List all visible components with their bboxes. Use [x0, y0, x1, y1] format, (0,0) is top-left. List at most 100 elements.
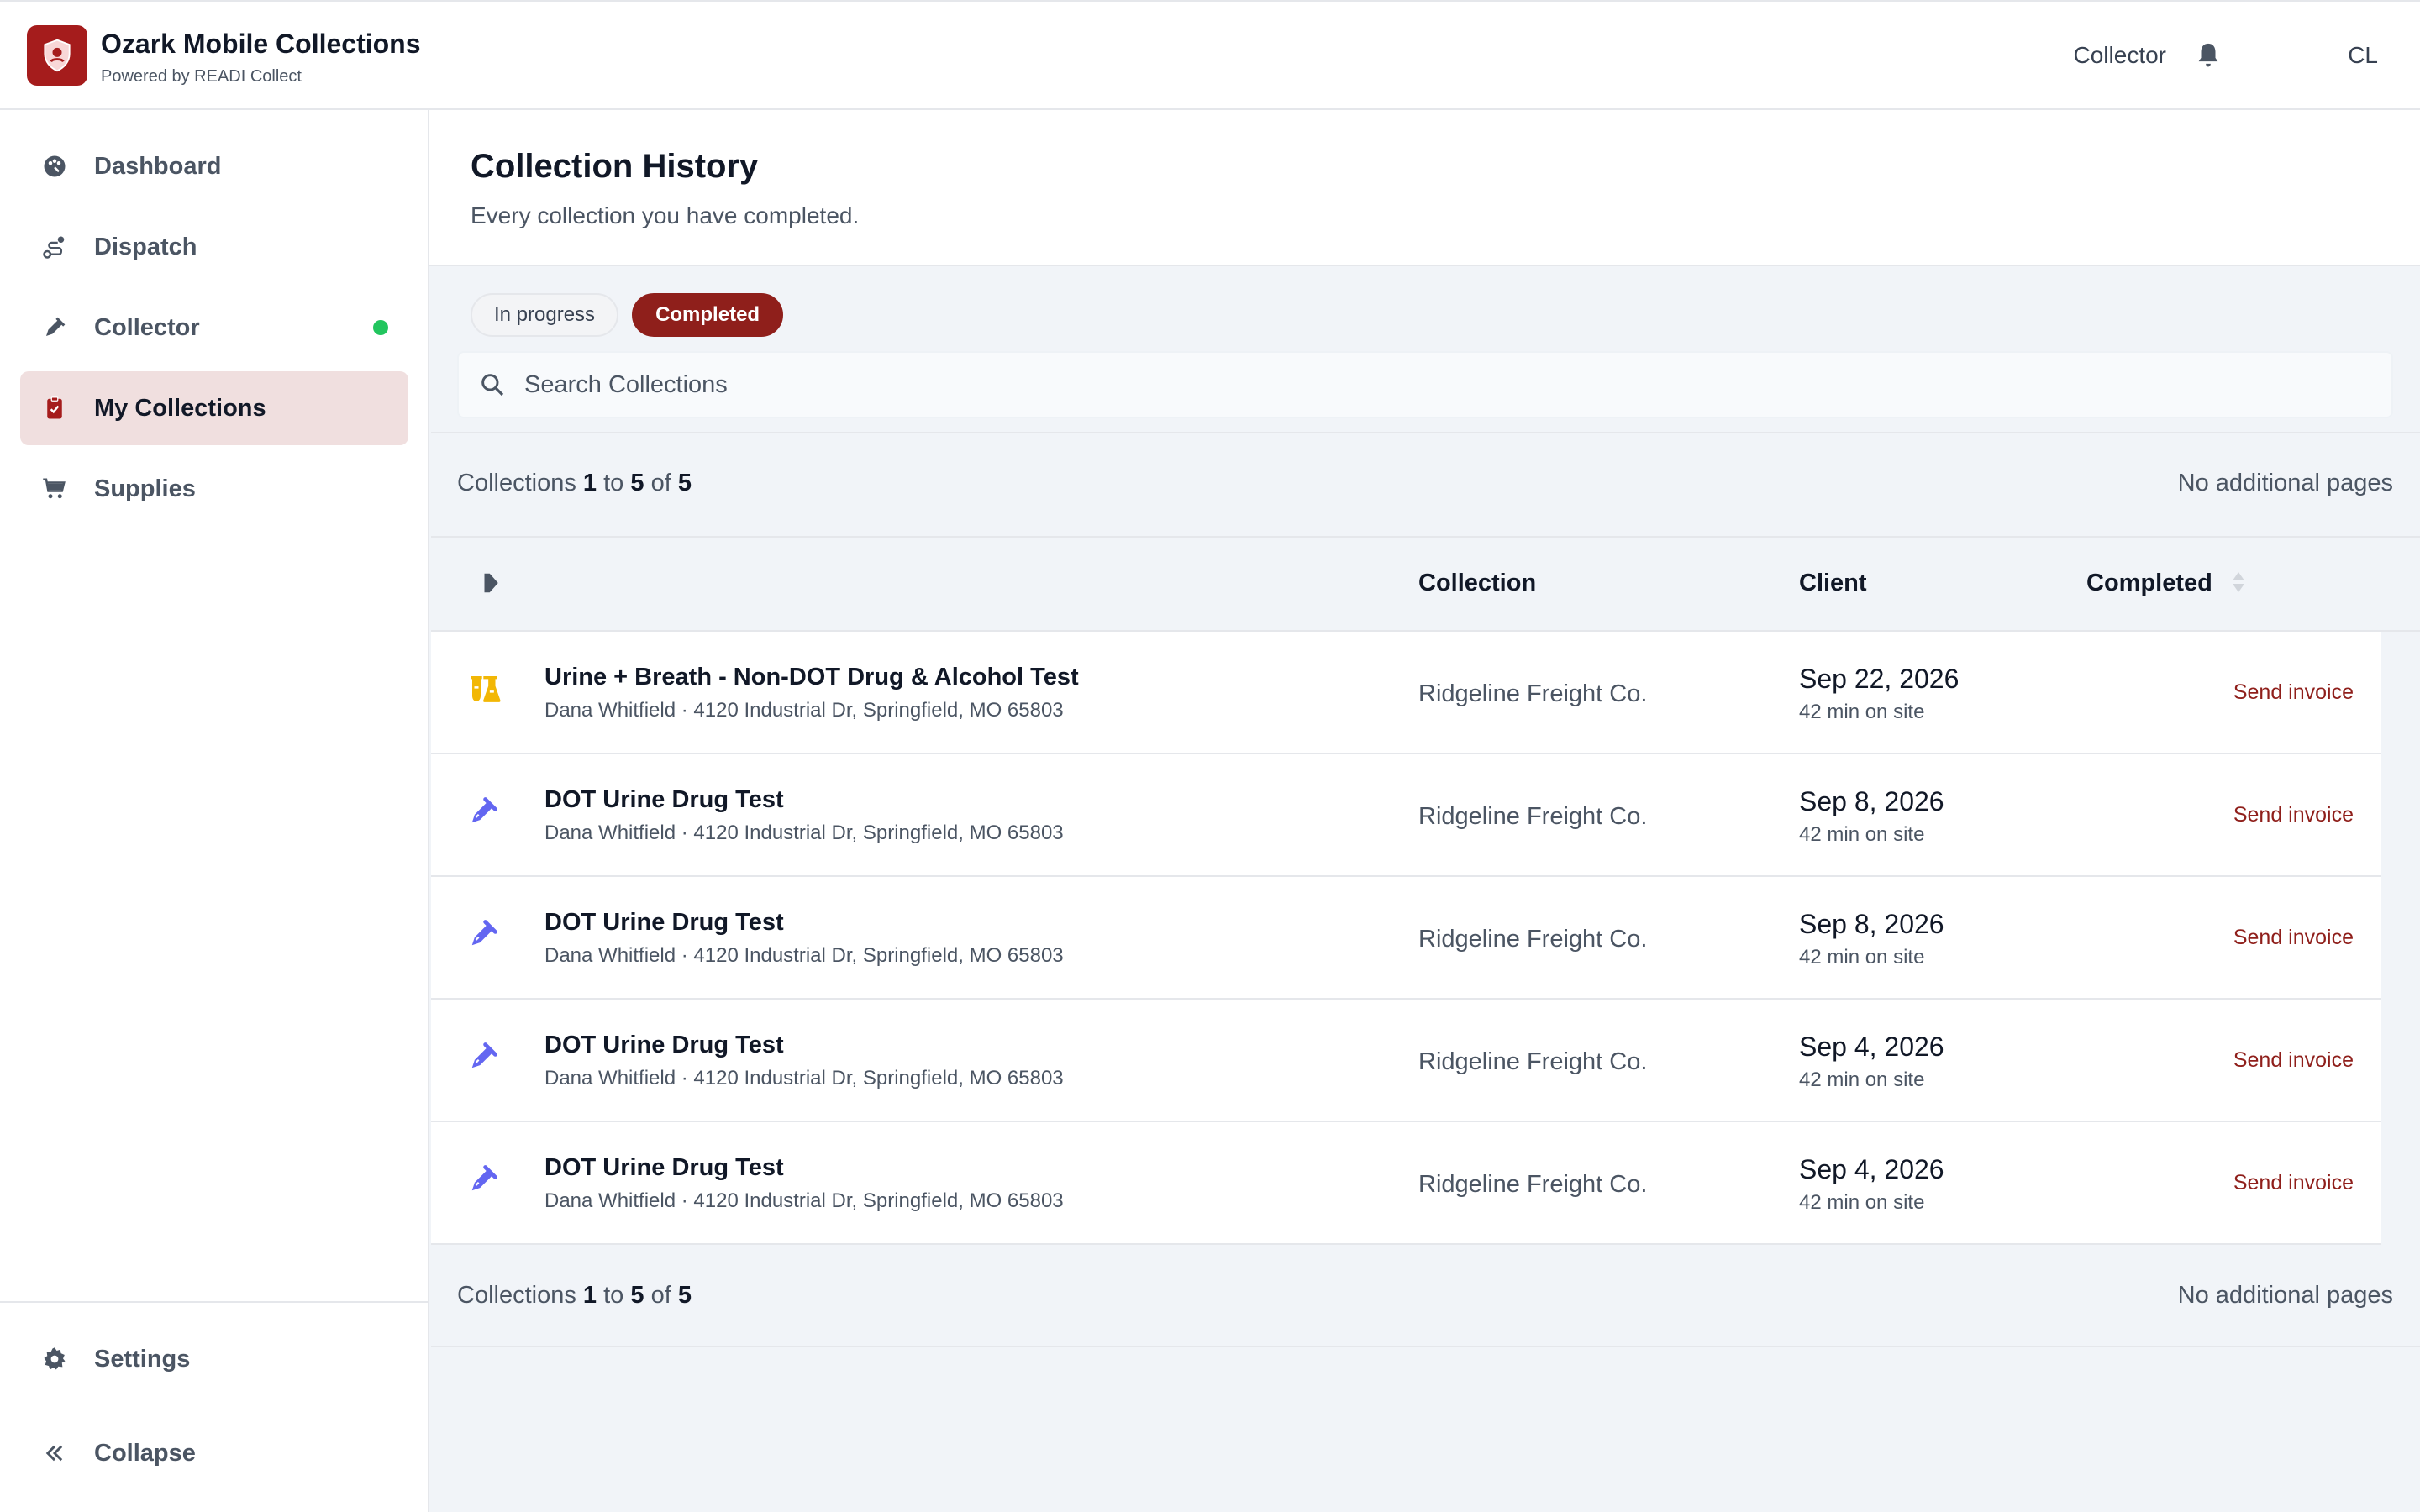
- pagination-summary-bottom: Collections 1 to 5 of 5: [457, 1282, 692, 1310]
- time-on-site: 42 min on site: [1799, 701, 1925, 723]
- sidebar-item-label: Dashboard: [94, 153, 222, 180]
- pagination-of-word: of: [650, 1282, 671, 1309]
- sidebar-item-label: Collector: [94, 314, 200, 341]
- pagination-total: 5: [677, 1282, 692, 1309]
- client-name: Ridgeline Freight Co.: [1418, 680, 1648, 707]
- gear-icon: [40, 1345, 69, 1373]
- tab-completed[interactable]: Completed: [632, 293, 784, 337]
- collection-donor-address: Dana Whitfield · 4120 Industrial Dr, Spr…: [544, 822, 1064, 844]
- pagination-to: 5: [630, 1282, 644, 1309]
- column-header-client: Client: [1799, 570, 1867, 596]
- collection-title[interactable]: DOT Urine Drug Test: [544, 909, 784, 937]
- collapse-button[interactable]: Collapse: [20, 1416, 408, 1490]
- search-input[interactable]: [524, 353, 2373, 417]
- collection-donor-address: Dana Whitfield · 4120 Industrial Dr, Spr…: [544, 1067, 1064, 1089]
- page-subtitle: Every collection you have completed.: [471, 202, 860, 228]
- pipette-icon: [40, 313, 69, 342]
- collection-title[interactable]: DOT Urine Drug Test: [544, 1032, 784, 1059]
- client-name: Ridgeline Freight Co.: [1418, 1048, 1648, 1075]
- divider: [431, 1346, 2420, 1347]
- time-on-site: 42 min on site: [1799, 946, 1925, 969]
- flask-icon: [468, 672, 505, 709]
- completed-date: Sep 22, 2026: [1799, 664, 1960, 694]
- table-row[interactable]: DOT Urine Drug Test Dana Whitfield · 4120…: [431, 1000, 2381, 1122]
- divider: [431, 432, 2420, 433]
- pagination-status-bottom: No additional pages: [2177, 1282, 2393, 1309]
- send-invoice-button[interactable]: Send invoice: [2233, 1048, 2354, 1073]
- sidebar-item-label: Supplies: [94, 475, 196, 502]
- sort-icon[interactable]: [2230, 570, 2250, 598]
- role-label[interactable]: Collector: [2074, 42, 2166, 69]
- collection-donor-address: Dana Whitfield · 4120 Industrial Dr, Spr…: [544, 944, 1064, 967]
- table-row[interactable]: DOT Urine Drug Test Dana Whitfield · 4120…: [431, 877, 2381, 1000]
- completed-date: Sep 4, 2026: [1799, 1032, 1944, 1062]
- sidebar-item-label: Settings: [94, 1346, 191, 1373]
- table-row[interactable]: DOT Urine Drug Test Dana Whitfield · 4120…: [431, 754, 2381, 877]
- send-invoice-button[interactable]: Send invoice: [2233, 680, 2354, 705]
- table-row[interactable]: DOT Urine Drug Test Dana Whitfield · 4120…: [431, 1122, 2381, 1245]
- pagination-summary: Collections 1 to 5 of 5: [457, 470, 692, 497]
- tab-in-progress[interactable]: In progress: [471, 293, 619, 337]
- pagination-prefix: Collections: [457, 1282, 576, 1309]
- send-invoice-button[interactable]: Send invoice: [2233, 1171, 2354, 1195]
- send-invoice-button[interactable]: Send invoice: [2233, 926, 2354, 950]
- cart-icon: [40, 475, 69, 503]
- avatar[interactable]: CL: [2348, 42, 2378, 69]
- shield-logo-icon: [27, 25, 87, 86]
- sidebar-item-settings[interactable]: Settings: [20, 1322, 408, 1396]
- app-subtitle: Powered by READI Collect: [101, 67, 302, 86]
- table-row[interactable]: Urine + Breath - Non-DOT Drug & Alcohol …: [431, 632, 2381, 754]
- pipette-icon: [468, 1040, 505, 1077]
- collection-title[interactable]: DOT Urine Drug Test: [544, 1154, 784, 1182]
- route-icon: [40, 233, 69, 261]
- pagination-status: No additional pages: [2177, 470, 2393, 496]
- top-bar: Ozark Mobile Collections Powered by READ…: [0, 0, 2420, 110]
- pagination-to-word: to: [603, 470, 624, 496]
- pagination-of-word: of: [650, 470, 671, 496]
- time-on-site: 42 min on site: [1799, 1191, 1925, 1214]
- time-on-site: 42 min on site: [1799, 1068, 1925, 1091]
- collection-title[interactable]: Urine + Breath - Non-DOT Drug & Alcohol …: [544, 664, 1079, 691]
- search-icon: [479, 371, 509, 402]
- client-name: Ridgeline Freight Co.: [1418, 803, 1648, 830]
- pipette-icon: [468, 917, 505, 954]
- caret-right-icon[interactable]: [478, 570, 508, 600]
- collection-title[interactable]: DOT Urine Drug Test: [544, 786, 784, 814]
- pagination-to: 5: [630, 470, 644, 496]
- pipette-icon: [468, 795, 505, 832]
- column-header-collection: Collection: [1418, 570, 1537, 596]
- sidebar-item-label: Collapse: [94, 1440, 196, 1467]
- pagination-total: 5: [677, 470, 692, 496]
- sidebar-item-dashboard[interactable]: Dashboard: [20, 129, 408, 203]
- table-header: Collection Client Completed: [431, 536, 2420, 632]
- completed-date: Sep 8, 2026: [1799, 786, 1944, 816]
- pagination-prefix: Collections: [457, 470, 576, 496]
- page-header: Collection History Every collection you …: [429, 110, 2420, 266]
- double-chevron-left-icon: [40, 1439, 69, 1467]
- column-header-completed[interactable]: Completed: [2086, 570, 2212, 597]
- sidebar-item-supplies[interactable]: Supplies: [20, 452, 408, 526]
- sidebar-item-collector[interactable]: Collector: [20, 291, 408, 365]
- pagination-from: 1: [582, 470, 597, 496]
- time-on-site: 42 min on site: [1799, 823, 1925, 846]
- page-title: Collection History: [471, 148, 759, 185]
- sidebar-item-dispatch[interactable]: Dispatch: [20, 210, 408, 284]
- pagination-to-word: to: [603, 1282, 624, 1309]
- collection-donor-address: Dana Whitfield · 4120 Industrial Dr, Spr…: [544, 1189, 1064, 1212]
- client-name: Ridgeline Freight Co.: [1418, 1171, 1648, 1198]
- sidebar-item-label: My Collections: [94, 395, 266, 422]
- collection-donor-address: Dana Whitfield · 4120 Industrial Dr, Spr…: [544, 699, 1064, 722]
- sidebar-item-my-collections[interactable]: My Collections: [20, 371, 408, 445]
- bell-icon[interactable]: [2191, 39, 2225, 72]
- completed-date: Sep 4, 2026: [1799, 1154, 1944, 1184]
- palette-icon: [40, 152, 69, 181]
- send-invoice-button[interactable]: Send invoice: [2233, 803, 2354, 827]
- search-box: [457, 351, 2393, 418]
- completed-date: Sep 8, 2026: [1799, 909, 1944, 939]
- pagination-from: 1: [582, 1282, 597, 1309]
- sidebar-divider: [0, 1301, 428, 1303]
- app-title: Ozark Mobile Collections: [101, 29, 421, 59]
- client-name: Ridgeline Freight Co.: [1418, 926, 1648, 953]
- pipette-icon: [468, 1163, 505, 1200]
- sidebar-item-label: Dispatch: [94, 234, 197, 260]
